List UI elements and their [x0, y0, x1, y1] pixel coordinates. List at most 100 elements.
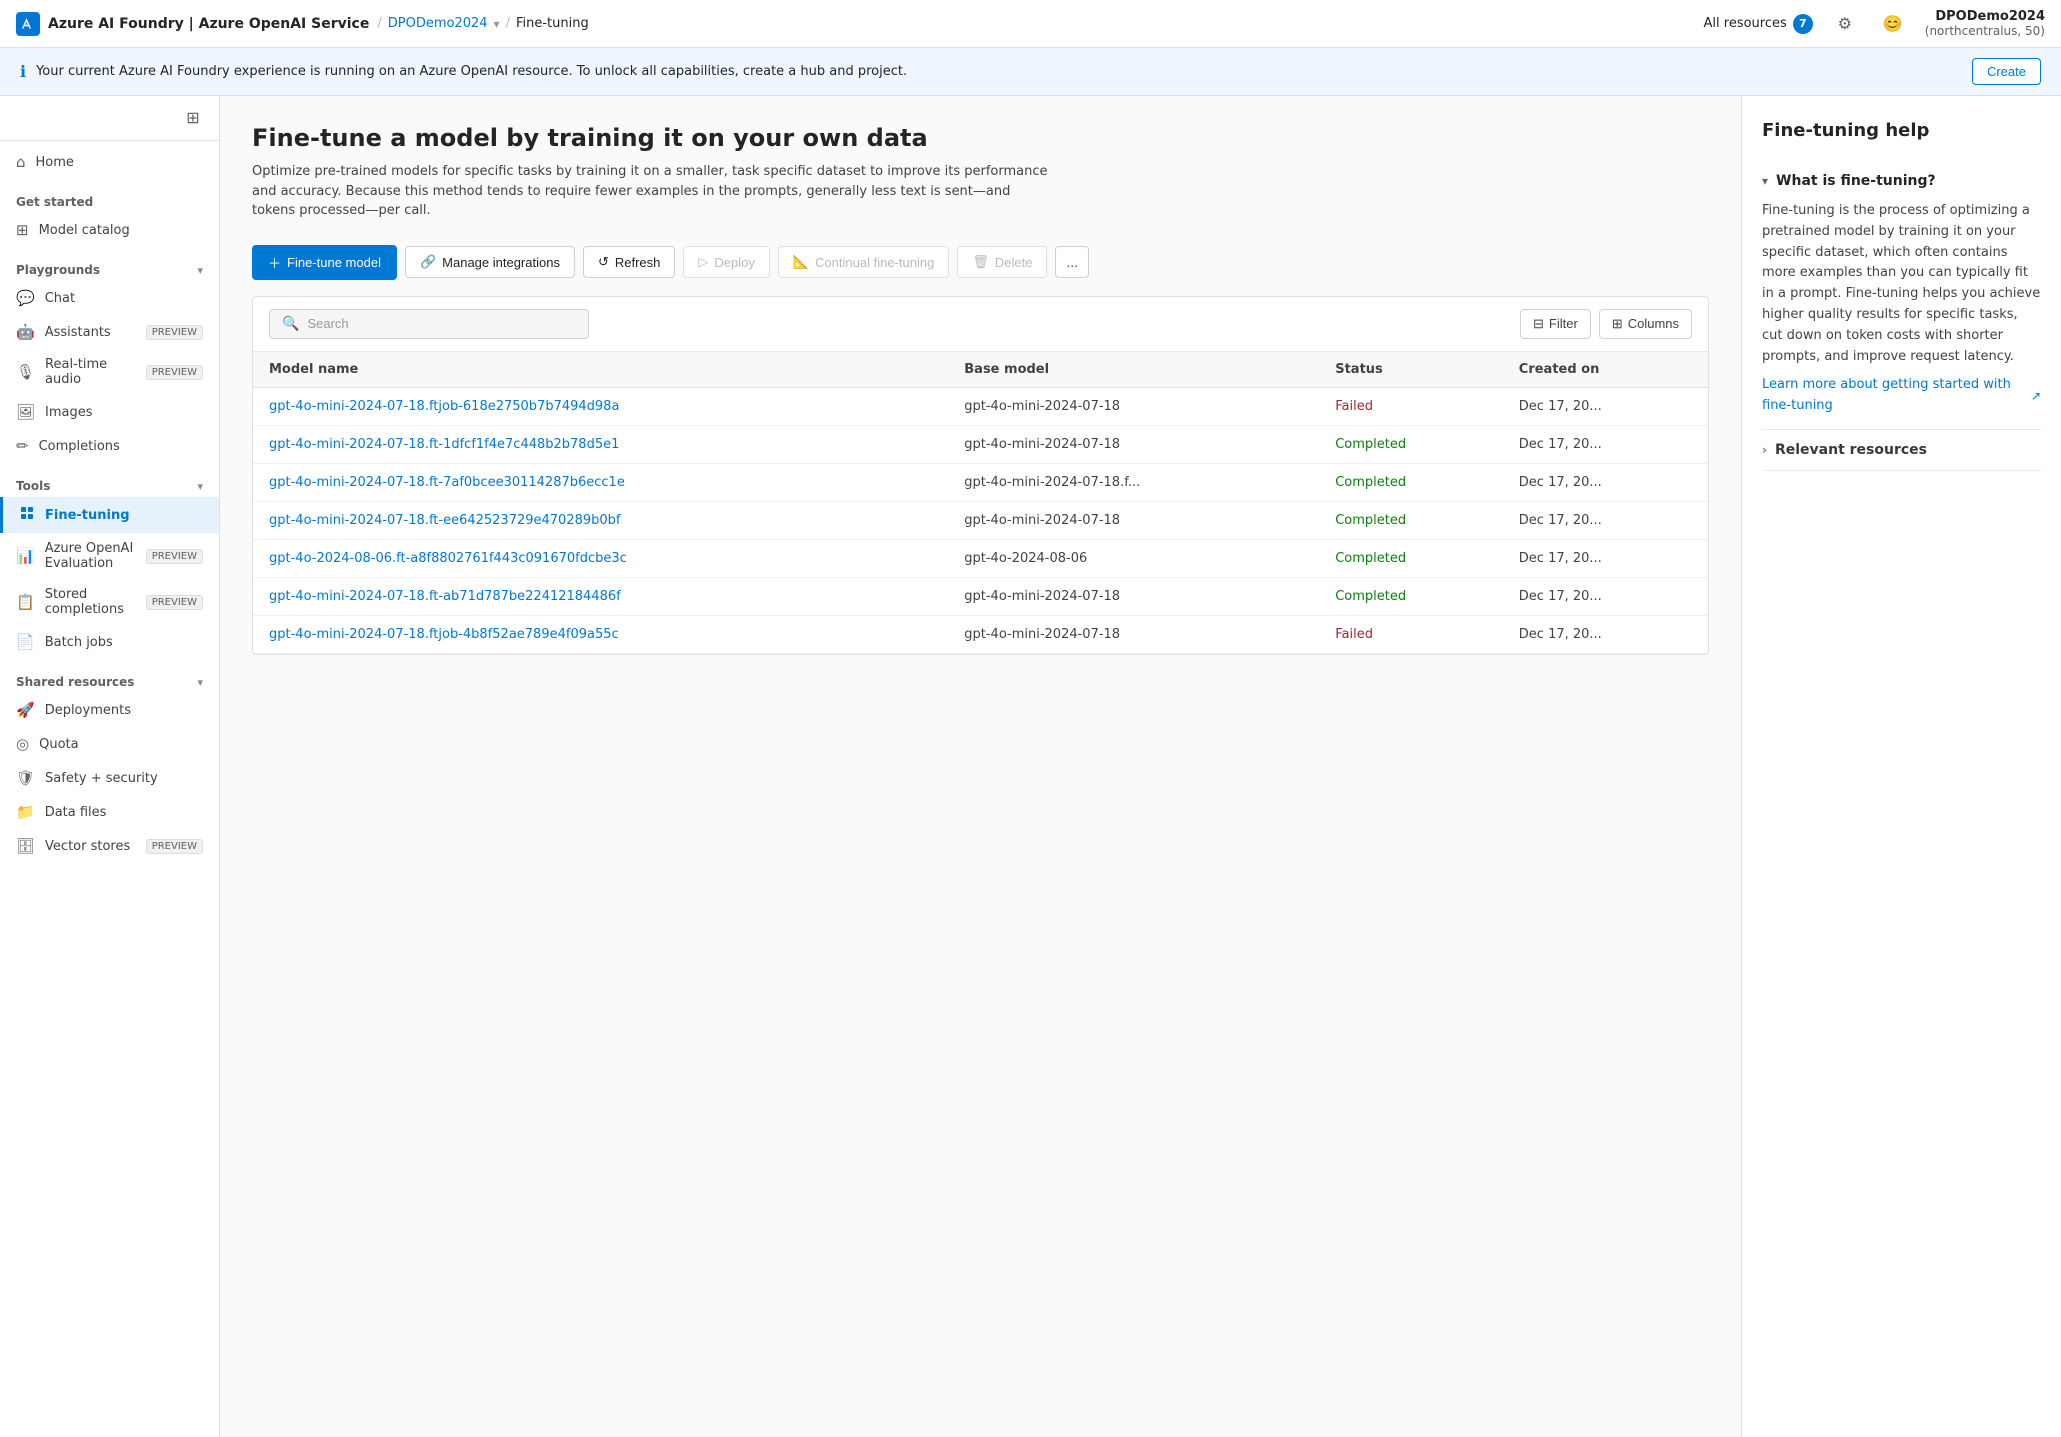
filter-button[interactable]: ⊟ Filter — [1520, 309, 1591, 339]
sidebar-home-label: Home — [36, 155, 203, 170]
cell-status: Completed — [1319, 501, 1503, 539]
sidebar-item-fine-tuning[interactable]: Fine-tuning — [0, 497, 219, 533]
shared-resources-header[interactable]: Shared resources ▾ — [0, 667, 219, 693]
sidebar-item-assistants[interactable]: 🤖 Assistants PREVIEW — [0, 315, 219, 349]
tools-chevron: ▾ — [197, 480, 203, 493]
sidebar-item-safety-security[interactable]: 🛡 Safety + security — [0, 761, 219, 795]
settings-button[interactable]: ⚙ — [1829, 8, 1861, 40]
table-row: gpt-4o-mini-2024-07-18.ft-ab71d787be2241… — [253, 577, 1708, 615]
all-resources[interactable]: All resources 7 — [1704, 14, 1813, 34]
sidebar-item-chat[interactable]: 💬 Chat — [0, 281, 219, 315]
cell-model-name[interactable]: gpt-4o-mini-2024-07-18.ft-ee642523729e47… — [253, 501, 948, 539]
cell-base-model: gpt-4o-mini-2024-07-18 — [948, 615, 1319, 653]
sidebar-get-started-section: Get started ⊞ Model catalog — [0, 183, 219, 251]
cell-base-model: gpt-4o-mini-2024-07-18 — [948, 577, 1319, 615]
model-name-link[interactable]: gpt-4o-mini-2024-07-18.ft-7af0bcee301142… — [269, 475, 625, 490]
data-files-label: Data files — [45, 805, 203, 820]
delete-button[interactable]: 🗑 Delete — [957, 246, 1047, 278]
refresh-button[interactable]: ↺ Refresh — [583, 246, 675, 278]
all-resources-label: All resources — [1704, 16, 1787, 31]
azure-openai-eval-label: Azure OpenAI Evaluation — [45, 541, 136, 571]
workspace-name[interactable]: DPODemo2024 — [388, 16, 488, 31]
cell-status: Completed — [1319, 539, 1503, 577]
batch-jobs-icon: 📄 — [16, 633, 35, 651]
model-name-link[interactable]: gpt-4o-mini-2024-07-18.ft-1dfcf1f4e7c448… — [269, 437, 619, 452]
search-input-wrap[interactable]: 🔍 — [269, 309, 589, 339]
model-name-link[interactable]: gpt-4o-2024-08-06.ft-a8f8802761f443c0916… — [269, 551, 627, 566]
app-body: ⊞ ⌂ Home Get started ⊞ Model catalog Pla… — [0, 96, 2061, 1437]
realtime-audio-icon: 🎙 — [16, 363, 35, 381]
model-name-link[interactable]: gpt-4o-mini-2024-07-18.ftjob-618e2750b7b… — [269, 399, 619, 414]
sidebar-item-completions[interactable]: ✏ Completions — [0, 429, 219, 463]
notification-banner: ℹ Your current Azure AI Foundry experien… — [0, 48, 2061, 96]
assistants-label: Assistants — [45, 325, 136, 340]
quota-icon: ◎ — [16, 735, 29, 753]
deploy-button[interactable]: ▷ Deploy — [683, 246, 769, 278]
cell-model-name[interactable]: gpt-4o-mini-2024-07-18.ft-1dfcf1f4e7c448… — [253, 425, 948, 463]
cell-base-model: gpt-4o-mini-2024-07-18 — [948, 501, 1319, 539]
columns-icon: ⊞ — [1612, 316, 1623, 332]
sidebar-item-quota[interactable]: ◎ Quota — [0, 727, 219, 761]
accordion-text-1: Fine-tuning is the process of optimizing… — [1762, 203, 2040, 364]
continual-fine-tuning-button[interactable]: 📐 Continual fine-tuning — [778, 246, 949, 278]
fine-tuning-table-container: 🔍 ⊟ Filter ⊞ Columns — [252, 296, 1709, 655]
tools-label: Tools — [16, 479, 50, 493]
continual-icon: 📐 — [793, 254, 809, 270]
sidebar-item-deployments[interactable]: 🚀 Deployments — [0, 693, 219, 727]
toolbar: ＋ Fine-tune model 🔗 Manage integrations … — [252, 245, 1709, 280]
get-started-header[interactable]: Get started — [0, 187, 219, 213]
topbar-right: All resources 7 ⚙ 😊 DPODemo2024 (northce… — [1704, 8, 2045, 40]
cell-model-name[interactable]: gpt-4o-2024-08-06.ft-a8f8802761f443c0916… — [253, 539, 948, 577]
cell-model-name[interactable]: gpt-4o-mini-2024-07-18.ft-7af0bcee301142… — [253, 463, 948, 501]
sidebar-item-images[interactable]: 🖼 Images — [0, 395, 219, 429]
manage-integrations-button[interactable]: 🔗 Manage integrations — [405, 246, 575, 278]
cell-model-name[interactable]: gpt-4o-mini-2024-07-18.ft-ab71d787be2241… — [253, 577, 948, 615]
assistants-badge: PREVIEW — [146, 325, 203, 340]
sidebar-home-section: ⌂ Home — [0, 141, 219, 183]
continual-label: Continual fine-tuning — [815, 255, 934, 270]
deploy-label: Deploy — [714, 255, 754, 270]
fine-tuning-label: Fine-tuning — [45, 508, 203, 523]
tools-header[interactable]: Tools ▾ — [0, 471, 219, 497]
fine-tuning-learn-link[interactable]: Learn more about getting started with fi… — [1762, 375, 2041, 417]
home-icon: ⌂ — [16, 153, 26, 171]
integrations-icon: 🔗 — [420, 254, 436, 270]
images-icon: 🖼 — [16, 403, 35, 421]
sidebar-item-realtime-audio[interactable]: 🎙 Real-time audio PREVIEW — [0, 349, 219, 395]
page-title: Fine-tune a model by training it on your… — [252, 124, 1709, 152]
sidebar-item-vector-stores[interactable]: 🗄 Vector stores PREVIEW — [0, 829, 219, 863]
sidebar-item-data-files[interactable]: 📁 Data files — [0, 795, 219, 829]
sidebar-item-batch-jobs[interactable]: 📄 Batch jobs — [0, 625, 219, 659]
fine-tune-plus-icon: ＋ — [268, 253, 281, 272]
sidebar-item-model-catalog[interactable]: ⊞ Model catalog — [0, 213, 219, 247]
more-icon: ... — [1066, 254, 1078, 270]
sidebar-toggle-button[interactable]: ⊞ — [179, 104, 207, 132]
table-body: gpt-4o-mini-2024-07-18.ftjob-618e2750b7b… — [253, 387, 1708, 653]
accordion-header-1[interactable]: ▾ What is fine-tuning? — [1762, 173, 2041, 189]
assistants-icon: 🤖 — [16, 323, 35, 341]
model-name-link[interactable]: gpt-4o-mini-2024-07-18.ft-ab71d787be2241… — [269, 589, 621, 604]
info-icon: ℹ — [20, 62, 26, 81]
cell-base-model: gpt-4o-mini-2024-07-18.f... — [948, 463, 1319, 501]
model-name-link[interactable]: gpt-4o-mini-2024-07-18.ftjob-4b8f52ae789… — [269, 627, 619, 642]
search-input[interactable] — [307, 316, 576, 331]
playgrounds-header[interactable]: Playgrounds ▾ — [0, 255, 219, 281]
more-options-button[interactable]: ... — [1055, 246, 1089, 278]
accordion-header-2[interactable]: › Relevant resources — [1762, 442, 2041, 458]
cell-model-name[interactable]: gpt-4o-mini-2024-07-18.ftjob-4b8f52ae789… — [253, 615, 948, 653]
delete-label: Delete — [995, 255, 1033, 270]
sidebar-item-stored-completions[interactable]: 📋 Stored completions PREVIEW — [0, 579, 219, 625]
help-button[interactable]: 😊 — [1877, 8, 1909, 40]
columns-button[interactable]: ⊞ Columns — [1599, 309, 1692, 339]
table-search-bar: 🔍 ⊟ Filter ⊞ Columns — [253, 297, 1708, 352]
model-name-link[interactable]: gpt-4o-mini-2024-07-18.ft-ee642523729e47… — [269, 513, 621, 528]
completions-label: Completions — [39, 439, 203, 454]
sidebar-item-home[interactable]: ⌂ Home — [0, 145, 219, 179]
fine-tune-model-button[interactable]: ＋ Fine-tune model — [252, 245, 397, 280]
main-content: Fine-tune a model by training it on your… — [220, 96, 2061, 1437]
cell-model-name[interactable]: gpt-4o-mini-2024-07-18.ftjob-618e2750b7b… — [253, 387, 948, 425]
cell-status: Completed — [1319, 425, 1503, 463]
topbar: Azure AI Foundry | Azure OpenAI Service … — [0, 0, 2061, 48]
create-button[interactable]: Create — [1972, 58, 2041, 85]
sidebar-item-azure-openai-eval[interactable]: 📊 Azure OpenAI Evaluation PREVIEW — [0, 533, 219, 579]
